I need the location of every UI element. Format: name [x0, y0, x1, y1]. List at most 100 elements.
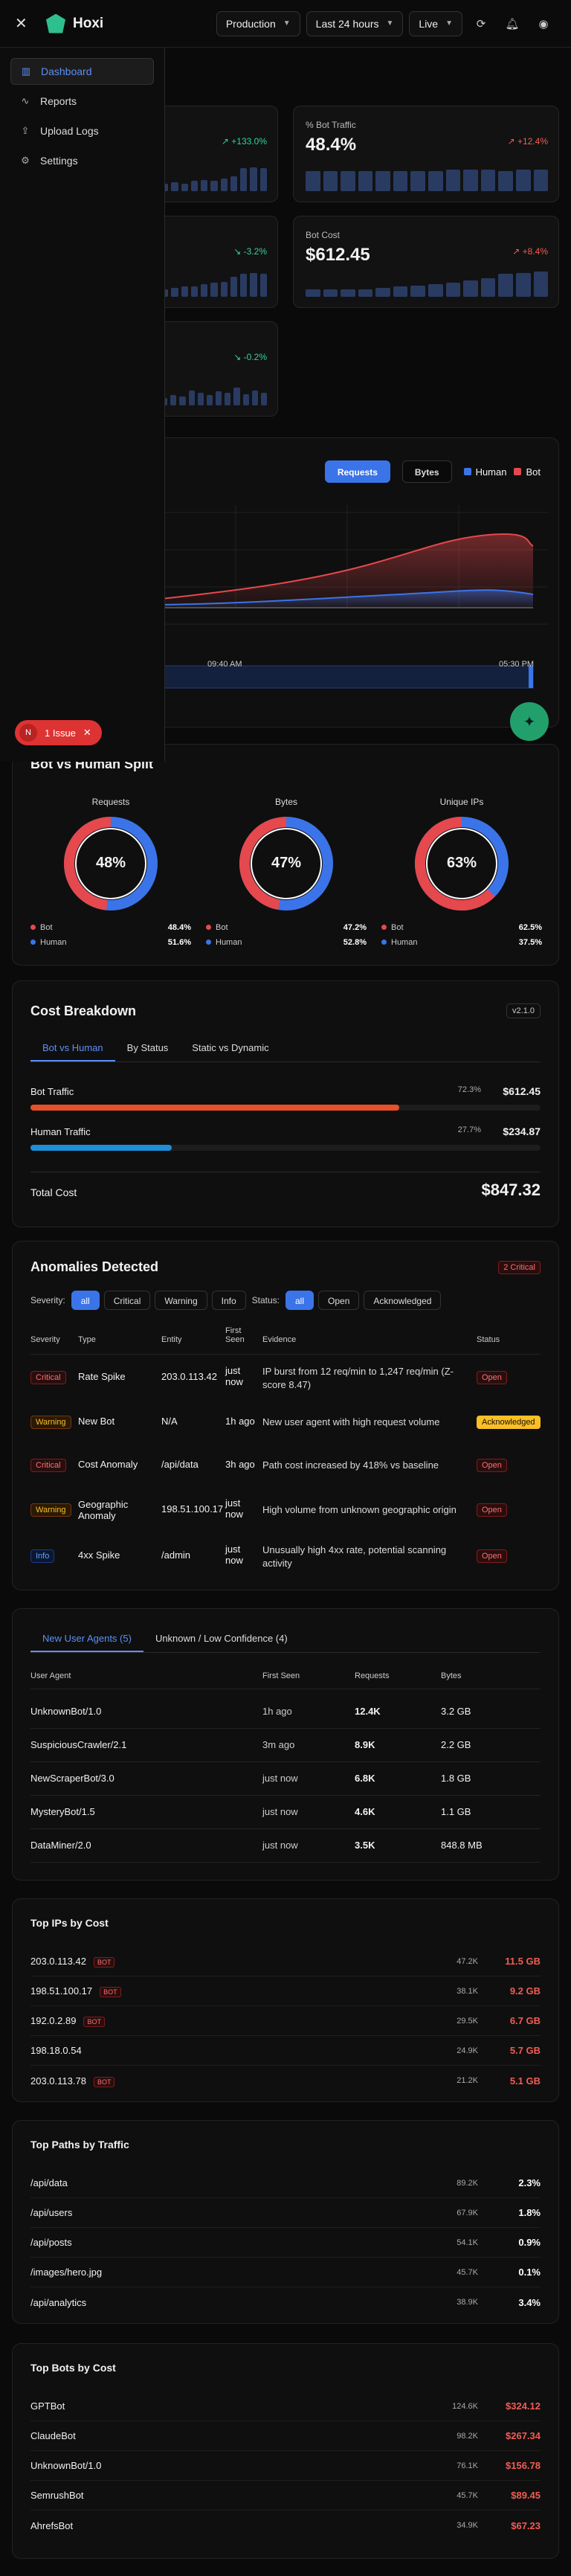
legend-label: Human [391, 938, 418, 947]
tab-by-status[interactable]: By Status [115, 1035, 181, 1061]
status-badge: Open [477, 1371, 507, 1384]
bell-icon[interactable]: 🔔︎ [500, 11, 525, 36]
section-title: Cost Breakdown [30, 1003, 137, 1018]
sidebar-item-dashboard[interactable]: ▥ Dashboard [10, 58, 154, 85]
sidebar-item-reports[interactable]: ∿ Reports [10, 88, 154, 115]
stat-spark-bar [445, 283, 461, 297]
total-label: Total Cost [30, 1186, 77, 1198]
list-item[interactable]: GPTBot 124.6K $324.12 [30, 2392, 541, 2421]
agent-name: NewScraperBot/3.0 [30, 1773, 114, 1784]
user-icon[interactable]: ◉ [531, 11, 556, 36]
stat-spark-bar [375, 288, 390, 297]
status-filter-open[interactable]: Open [318, 1291, 360, 1310]
critical-count-badge: 2 Critical [498, 1261, 541, 1274]
list-item-value: 0.9% [518, 2237, 541, 2248]
stat-spark-bar [188, 390, 195, 405]
close-icon[interactable]: ✕ [83, 727, 91, 739]
cost-amount: $234.87 [503, 1125, 541, 1137]
stat-spark-bar [242, 394, 249, 405]
environment-select[interactable]: Production ▼ [216, 10, 300, 36]
list-item-count: 124.6K [452, 2401, 478, 2411]
live-select[interactable]: Live ▼ [409, 10, 462, 36]
table-row[interactable]: DataMiner/2.0 just now 3.5K 848.8 MB [30, 1829, 541, 1863]
stat-spark-bar [428, 170, 443, 191]
list-item[interactable]: /images/hero.jpg 45.7K 0.1% [30, 2258, 541, 2287]
severity-badge: Critical [30, 1371, 66, 1384]
list-item[interactable]: 198.51.100.17 BOT 38.1K 9.2 GB [30, 1976, 541, 2006]
list-item[interactable]: /api/data 89.2K 2.3% [30, 2168, 541, 2198]
stat-spark-bar [393, 170, 408, 191]
severity-filter-warning[interactable]: Warning [155, 1291, 207, 1310]
table-row[interactable]: UnknownBot/1.0 1h ago 12.4K 3.2 GB [30, 1695, 541, 1729]
list-item[interactable]: AhrefsBot 34.9K $67.23 [30, 2511, 541, 2540]
agent-requests: 4.6K [355, 1806, 375, 1817]
bot-badge: BOT [93, 2076, 115, 2087]
list-item-name: /api/data [30, 2177, 457, 2188]
stat-spark-bar [498, 170, 513, 191]
tab-static-vs-dynamic[interactable]: Static vs Dynamic [180, 1035, 280, 1061]
table-row[interactable]: NewScraperBot/3.0 just now 6.8K 1.8 GB [30, 1762, 541, 1796]
close-icon[interactable]: ✕ [15, 14, 33, 33]
agent-first-seen: 1h ago [262, 1706, 292, 1717]
list-item[interactable]: SemrushBot 45.7K $89.45 [30, 2481, 541, 2511]
table-row[interactable]: Warning New Bot N/A 1h ago New user agent wi… [30, 1404, 541, 1441]
legend-label: Bot [40, 923, 53, 932]
list-item-name: UnknownBot/1.0 [30, 2460, 457, 2471]
severity-filter-critical[interactable]: Critical [103, 1291, 151, 1310]
list-item-name: 192.0.2.89 BOT [30, 2015, 457, 2027]
list-item[interactable]: /api/users 67.9K 1.8% [30, 2198, 541, 2228]
table-row[interactable]: MysteryBot/1.5 just now 4.6K 1.1 GB [30, 1796, 541, 1829]
activity-icon: ∿ [21, 95, 30, 106]
list-item-label: /api/analytics [30, 2296, 87, 2308]
upload-icon: ⇪ [21, 125, 30, 136]
legend-value: 48.4% [167, 923, 191, 932]
severity-filter-all[interactable]: all [71, 1291, 100, 1310]
list-item[interactable]: ClaudeBot 98.2K $267.34 [30, 2421, 541, 2451]
tab-unknown-low-confidence[interactable]: Unknown / Low Confidence (4) [143, 1625, 300, 1652]
table-row[interactable]: Warning Geographic Anomaly 198.51.100.17 ju… [30, 1490, 541, 1530]
list-item[interactable]: 203.0.113.78 BOT 21.2K 5.1 GB [30, 2066, 541, 2095]
anomaly-first-seen: just now [225, 1544, 243, 1566]
cost-row-human: Human Traffic $234.87 27.7% [30, 1125, 541, 1151]
severity-filter-info[interactable]: Info [211, 1291, 246, 1310]
list-item[interactable]: 192.0.2.89 BOT 29.5K 6.7 GB [30, 2006, 541, 2036]
agent-bytes: 3.2 GB [441, 1706, 471, 1717]
list-item-value: 3.4% [518, 2296, 541, 2308]
status-filter-all[interactable]: all [286, 1291, 314, 1310]
legend-value: 47.2% [343, 923, 367, 932]
list-item-value: 2.3% [518, 2177, 541, 2188]
list-item-value: $156.78 [506, 2460, 541, 2471]
table-row[interactable]: Critical Rate Spike 203.0.113.42 just now IP… [30, 1358, 541, 1398]
list-item-label: GPTBot [30, 2400, 65, 2412]
cost-tabs: Bot vs Human By Status Static vs Dynamic [30, 1035, 541, 1062]
stat-spark-bar [428, 284, 443, 297]
table-row[interactable]: Info 4xx Spike/admin just now Unusually hig… [30, 1536, 541, 1576]
sidebar-item-upload-logs[interactable]: ⇪ Upload Logs [10, 118, 154, 144]
refresh-icon[interactable]: ⟳ [468, 11, 494, 36]
sparkle-action-button[interactable]: ✦ [510, 702, 549, 741]
list-item[interactable]: /api/posts 54.1K 0.9% [30, 2228, 541, 2258]
table-row[interactable]: Critical Cost Anomaly/api/data 3h ago Path … [30, 1447, 541, 1484]
stat-spark-bar [230, 176, 238, 191]
agent-bytes: 1.8 GB [441, 1773, 471, 1784]
sidebar-item-settings[interactable]: ⚙ Settings [10, 147, 154, 174]
bot-human-split-card: Bot vs Human Split Requests 48% Bot 48.4% Hu… [12, 744, 559, 966]
list-item-label: 203.0.113.42 [30, 1956, 86, 1967]
list-item[interactable]: UnknownBot/1.0 76.1K $156.78 [30, 2451, 541, 2481]
legend-value: 62.5% [518, 923, 542, 932]
issue-pill[interactable]: N 1 Issue ✕ [15, 720, 102, 745]
list-item[interactable]: 198.18.0.54 24.9K 5.7 GB [30, 2036, 541, 2066]
severity-badge: Warning [30, 1416, 71, 1429]
cost-label: Human Traffic [30, 1126, 91, 1137]
tab-new-user-agents[interactable]: New User Agents (5) [30, 1625, 143, 1652]
status-filter-acknowledged[interactable]: Acknowledged [364, 1291, 442, 1310]
stat-spark-bar [533, 170, 549, 191]
list-item[interactable]: /api/analytics 38.9K 3.4% [30, 2287, 541, 2317]
table-row[interactable]: SuspiciousCrawler/2.1 3m ago 8.9K 2.2 GB [30, 1729, 541, 1762]
list-item[interactable]: 203.0.113.42 BOT 47.2K 11.5 GB [30, 1947, 541, 1976]
time-range-select[interactable]: Last 24 hours ▼ [306, 10, 404, 36]
cost-bar-track [30, 1145, 541, 1151]
tab-bot-vs-human[interactable]: Bot vs Human [30, 1035, 115, 1061]
top-bots-card: Top Bots by Cost GPTBot 124.6K $324.12 Clau… [12, 2343, 559, 2559]
status-label: Status: [251, 1295, 280, 1305]
